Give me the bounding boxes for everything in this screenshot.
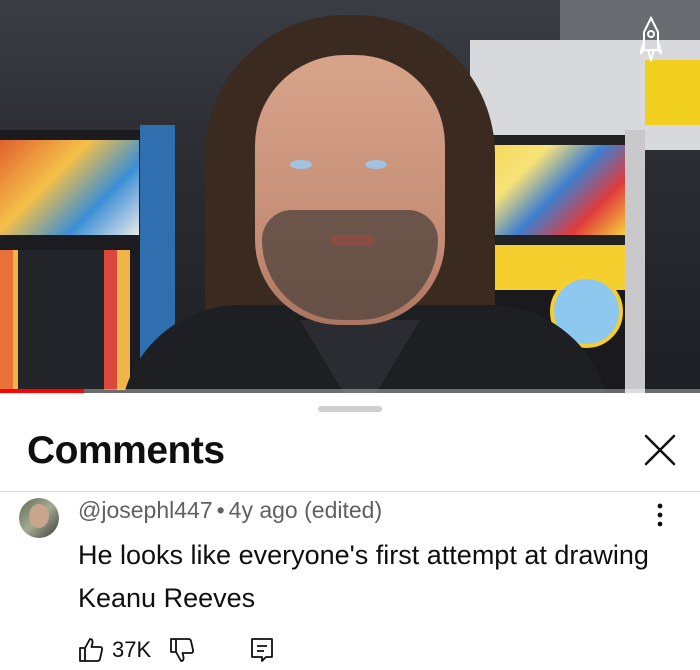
rocket-icon [640, 16, 662, 62]
comment-actions: 37K [78, 635, 275, 665]
comment-text: He looks like everyone's first attempt a… [78, 540, 649, 613]
drag-handle[interactable] [318, 406, 382, 412]
reply-icon[interactable] [249, 637, 275, 663]
person-mouth [330, 235, 375, 245]
comment-meta: @josephl447 • 4y ago (edited) [78, 497, 382, 524]
comment-timestamp: 4y ago (edited) [228, 497, 383, 523]
like-count: 37K [112, 637, 152, 662]
close-icon[interactable] [643, 433, 677, 467]
person-eye-left [290, 160, 312, 169]
background-box [645, 60, 700, 125]
more-vert-icon[interactable] [650, 500, 670, 530]
thumbs-up-icon[interactable] [78, 637, 104, 663]
comment-author[interactable]: @josephl447 [78, 497, 213, 523]
meta-separator: • [216, 497, 225, 523]
person-eye-right [365, 160, 387, 169]
comment-item: @josephl447 • 4y ago (edited) He looks lik… [0, 492, 700, 670]
arcade-screen-left [0, 250, 130, 390]
comments-title: Comments [27, 429, 225, 472]
video-player[interactable] [0, 0, 700, 393]
thumbs-down-icon[interactable] [169, 637, 195, 663]
comments-sheet: Comments @josephl447 • 4y ago (edited) He … [0, 393, 700, 670]
arcade-marquee-left [0, 140, 139, 235]
arcade-side-right [625, 130, 645, 393]
avatar[interactable] [19, 498, 59, 538]
